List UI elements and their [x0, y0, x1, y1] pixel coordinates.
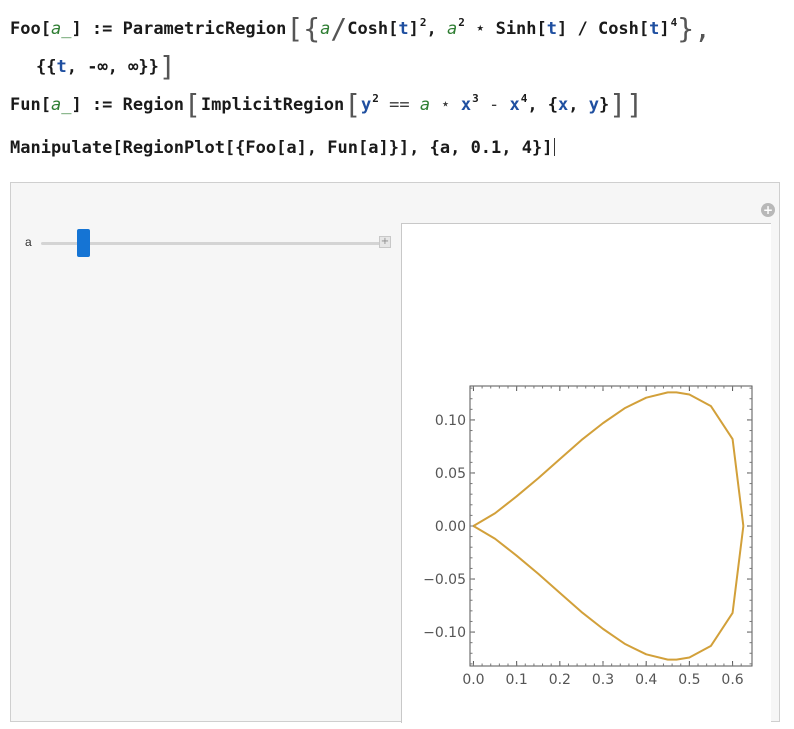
text-cursor — [554, 138, 556, 156]
code-variable: a — [419, 95, 431, 115]
code-variable: x — [509, 95, 520, 115]
slider-thumb[interactable] — [77, 229, 91, 257]
y-tick-label: −0.05 — [423, 572, 466, 588]
code-variable: a — [320, 19, 331, 39]
code-token: Fun[ — [10, 95, 51, 115]
code-token: - — [478, 95, 510, 115]
slider-expand-button[interactable]: + — [379, 236, 391, 248]
code-exponent: 2 — [372, 92, 379, 105]
plot-frame — [469, 385, 753, 667]
code-token: == — [378, 95, 420, 115]
code-line-fun-definition[interactable]: Fun[a_] := Region[ImplicitRegion[y2 == a… — [10, 84, 643, 121]
code-token: , — [568, 95, 589, 115]
code-variable: t — [56, 57, 67, 77]
code-variable: y — [361, 95, 372, 115]
y-tick-label: 0.10 — [435, 413, 466, 429]
x-tick-label: 0.1 — [506, 672, 528, 688]
y-tick-label: 0.00 — [435, 519, 466, 535]
code-pattern: a_ — [50, 19, 72, 39]
code-variable: y — [588, 95, 600, 115]
code-token: , -∞, ∞}} — [66, 57, 159, 77]
code-line-foo-definition[interactable]: Foo[a_] := ParametricRegion[{a/Cosh[t]2,… — [10, 8, 711, 45]
code-token: ] / Cosh[ — [557, 19, 650, 39]
slider-label-a: a — [25, 235, 32, 249]
code-token: ⋆ — [430, 95, 461, 115]
code-token: , { — [527, 95, 559, 115]
code-exponent: 3 — [472, 92, 479, 105]
code-token: ] — [408, 19, 419, 39]
x-tick-label: 0.2 — [549, 672, 571, 688]
code-token: Foo[ — [10, 19, 51, 39]
code-divide: / — [330, 12, 348, 45]
code-token: {{ — [36, 57, 57, 77]
region-boundary-series-1 — [472, 391, 745, 527]
x-tick-label: 0.4 — [635, 672, 657, 688]
code-token: ] := Region — [71, 95, 185, 115]
code-token: , — [426, 19, 447, 39]
x-tick-label: 0.3 — [592, 672, 614, 688]
region-plot: 0.0 0.1 0.2 0.3 0.4 0.5 0.6 −0.10 −0.05 0.00 0.05 0… — [423, 385, 753, 688]
code-line-manipulate[interactable]: Manipulate[RegionPlot[{Foo[a], Fun[a]}],… — [10, 138, 556, 158]
code-bracket: [ — [286, 12, 304, 45]
code-exponent: 2 — [458, 16, 465, 29]
code-variable: t — [546, 19, 558, 39]
plot-area: 0.0 0.1 0.2 0.3 0.4 0.5 0.6 −0.10 −0.05 0.00 0.05 0… — [401, 223, 771, 723]
code-brace: { — [303, 12, 321, 45]
code-exponent: 2 — [419, 16, 427, 29]
code-token: } — [599, 95, 610, 115]
y-tick-label: 0.05 — [435, 466, 466, 482]
code-line-foo-continuation[interactable]: {{t, -∞, ∞}}] — [36, 46, 176, 83]
code-variable: t — [398, 19, 409, 39]
manipulate-panel: + a + 0.0 0.1 0.2 0.3 0.4 0.5 0.6 −0.10 −0.05 0.0… — [10, 182, 780, 723]
code-token: ImplicitRegion — [200, 95, 345, 115]
code-token: Cosh[ — [347, 19, 399, 39]
x-tick-label: 0.6 — [721, 672, 743, 688]
code-variable: x — [558, 95, 569, 115]
x-tick-label: 0.0 — [462, 672, 484, 688]
code-token: ] := ParametricRegion — [71, 19, 287, 39]
code-bracket: [ — [344, 88, 362, 121]
code-exponent: 4 — [520, 92, 528, 105]
code-token: ] — [659, 19, 670, 39]
code-variable: a — [447, 19, 458, 39]
region-boundary-series-2 — [472, 525, 745, 661]
code-bracket: [ — [184, 88, 201, 121]
code-token: Manipulate[RegionPlot[{Foo[a], Fun[a]}],… — [10, 138, 553, 158]
code-pattern: a_ — [50, 95, 72, 115]
code-token: ⋆ Sinh[ — [464, 19, 547, 39]
plus-circle-icon[interactable]: + — [761, 203, 775, 217]
slider-track[interactable] — [41, 242, 381, 245]
code-brace: }, — [677, 12, 711, 45]
code-variable: x — [460, 95, 472, 115]
x-tick-label: 0.5 — [678, 672, 700, 688]
code-variable: t — [649, 19, 660, 39]
code-bracket: ] — [158, 50, 176, 83]
y-tick-label: −0.10 — [423, 625, 466, 641]
code-bracket: ]] — [609, 88, 643, 121]
